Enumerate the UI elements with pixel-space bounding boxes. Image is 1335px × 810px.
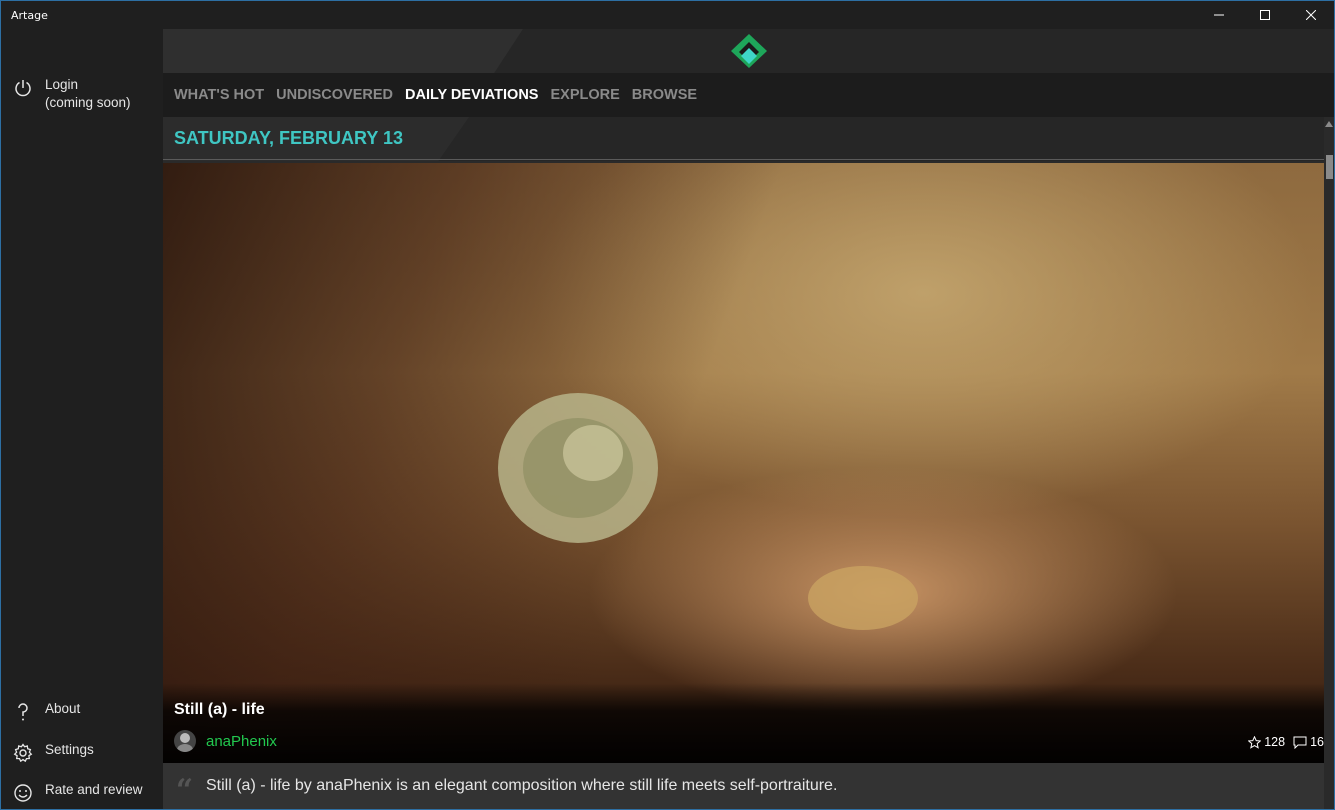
vertical-scrollbar[interactable] — [1324, 117, 1334, 809]
minimize-icon — [1214, 14, 1224, 16]
comments-count: 16 — [1310, 735, 1324, 749]
deviation-image[interactable]: Still (a) - life anaPhenix 128 16 — [163, 163, 1324, 763]
window-controls — [1196, 1, 1334, 29]
app-window: Artage Login (coming soon) About Setting… — [0, 0, 1335, 810]
login-sublabel: (coming soon) — [45, 95, 131, 110]
tab-browse[interactable]: BROWSE — [632, 87, 697, 103]
artage-logo-icon — [731, 34, 767, 68]
chevron-up-icon — [1325, 121, 1333, 127]
date-divider — [163, 159, 1324, 160]
deviation-description: Still (a) - life by anaPhenix is an eleg… — [206, 777, 838, 794]
sidebar-item-login[interactable]: Login (coming soon) — [1, 76, 163, 112]
favourites-stat[interactable]: 128 — [1248, 735, 1285, 749]
sidebar-item-label: About — [45, 701, 81, 716]
description-bar: “ Still (a) - life by anaPhenix is an el… — [163, 763, 1324, 809]
quote-icon: “ — [175, 772, 194, 808]
tab-explore[interactable]: EXPLORE — [550, 87, 619, 103]
power-icon — [1, 76, 45, 98]
star-icon — [1248, 735, 1262, 749]
login-label: Login — [45, 77, 79, 92]
maximize-button[interactable] — [1242, 1, 1288, 29]
comment-icon — [1293, 736, 1307, 749]
scroll-up-arrow[interactable] — [1324, 119, 1334, 129]
rose-shape — [498, 393, 658, 543]
deviation-stats: 128 16 — [1240, 735, 1324, 749]
sidebar-item-label: Settings — [45, 742, 94, 757]
maximize-icon — [1260, 10, 1270, 20]
avatar[interactable] — [174, 730, 196, 752]
sidebar-item-label: Rate and review — [45, 782, 143, 797]
author-link[interactable]: anaPhenix — [206, 733, 277, 750]
small-rose-shape — [808, 566, 918, 630]
sidebar: Login (coming soon) About Settings Rate … — [1, 29, 163, 809]
comments-stat[interactable]: 16 — [1293, 735, 1324, 749]
date-header: SATURDAY, FEBRUARY 13 — [163, 117, 1324, 161]
question-icon — [1, 700, 45, 722]
sidebar-item-rate[interactable]: Rate and review — [1, 781, 163, 803]
smiley-icon — [1, 781, 45, 803]
date-title: SATURDAY, FEBRUARY 13 — [174, 128, 404, 148]
close-button[interactable] — [1288, 1, 1334, 29]
tab-daily-deviations[interactable]: DAILY DEVIATIONS — [405, 87, 538, 103]
category-nav: WHAT'S HOT UNDISCOVERED DAILY DEVIATIONS… — [163, 73, 1334, 117]
deviation-title[interactable]: Still (a) - life — [174, 701, 265, 719]
scroll-thumb[interactable] — [1326, 155, 1333, 179]
favourites-count: 128 — [1264, 735, 1286, 749]
app-title: Artage — [11, 8, 48, 22]
feed-content: SATURDAY, FEBRUARY 13 Still (a) - life a… — [163, 117, 1324, 809]
title-bar: Artage — [1, 1, 1334, 29]
header-slant — [163, 29, 523, 73]
sidebar-item-about[interactable]: About — [1, 700, 163, 722]
close-icon — [1306, 10, 1316, 20]
minimize-button[interactable] — [1196, 1, 1242, 29]
tab-whats-hot[interactable]: WHAT'S HOT — [174, 87, 264, 103]
sidebar-item-settings[interactable]: Settings — [1, 741, 163, 763]
caption-gradient — [163, 683, 1324, 763]
tab-undiscovered[interactable]: UNDISCOVERED — [276, 87, 393, 103]
image-shade — [163, 163, 1324, 763]
app-header — [163, 29, 1334, 73]
gear-icon — [1, 741, 45, 763]
sidebar-item-label: Login (coming soon) — [45, 76, 131, 112]
main-area: WHAT'S HOT UNDISCOVERED DAILY DEVIATIONS… — [163, 29, 1334, 809]
